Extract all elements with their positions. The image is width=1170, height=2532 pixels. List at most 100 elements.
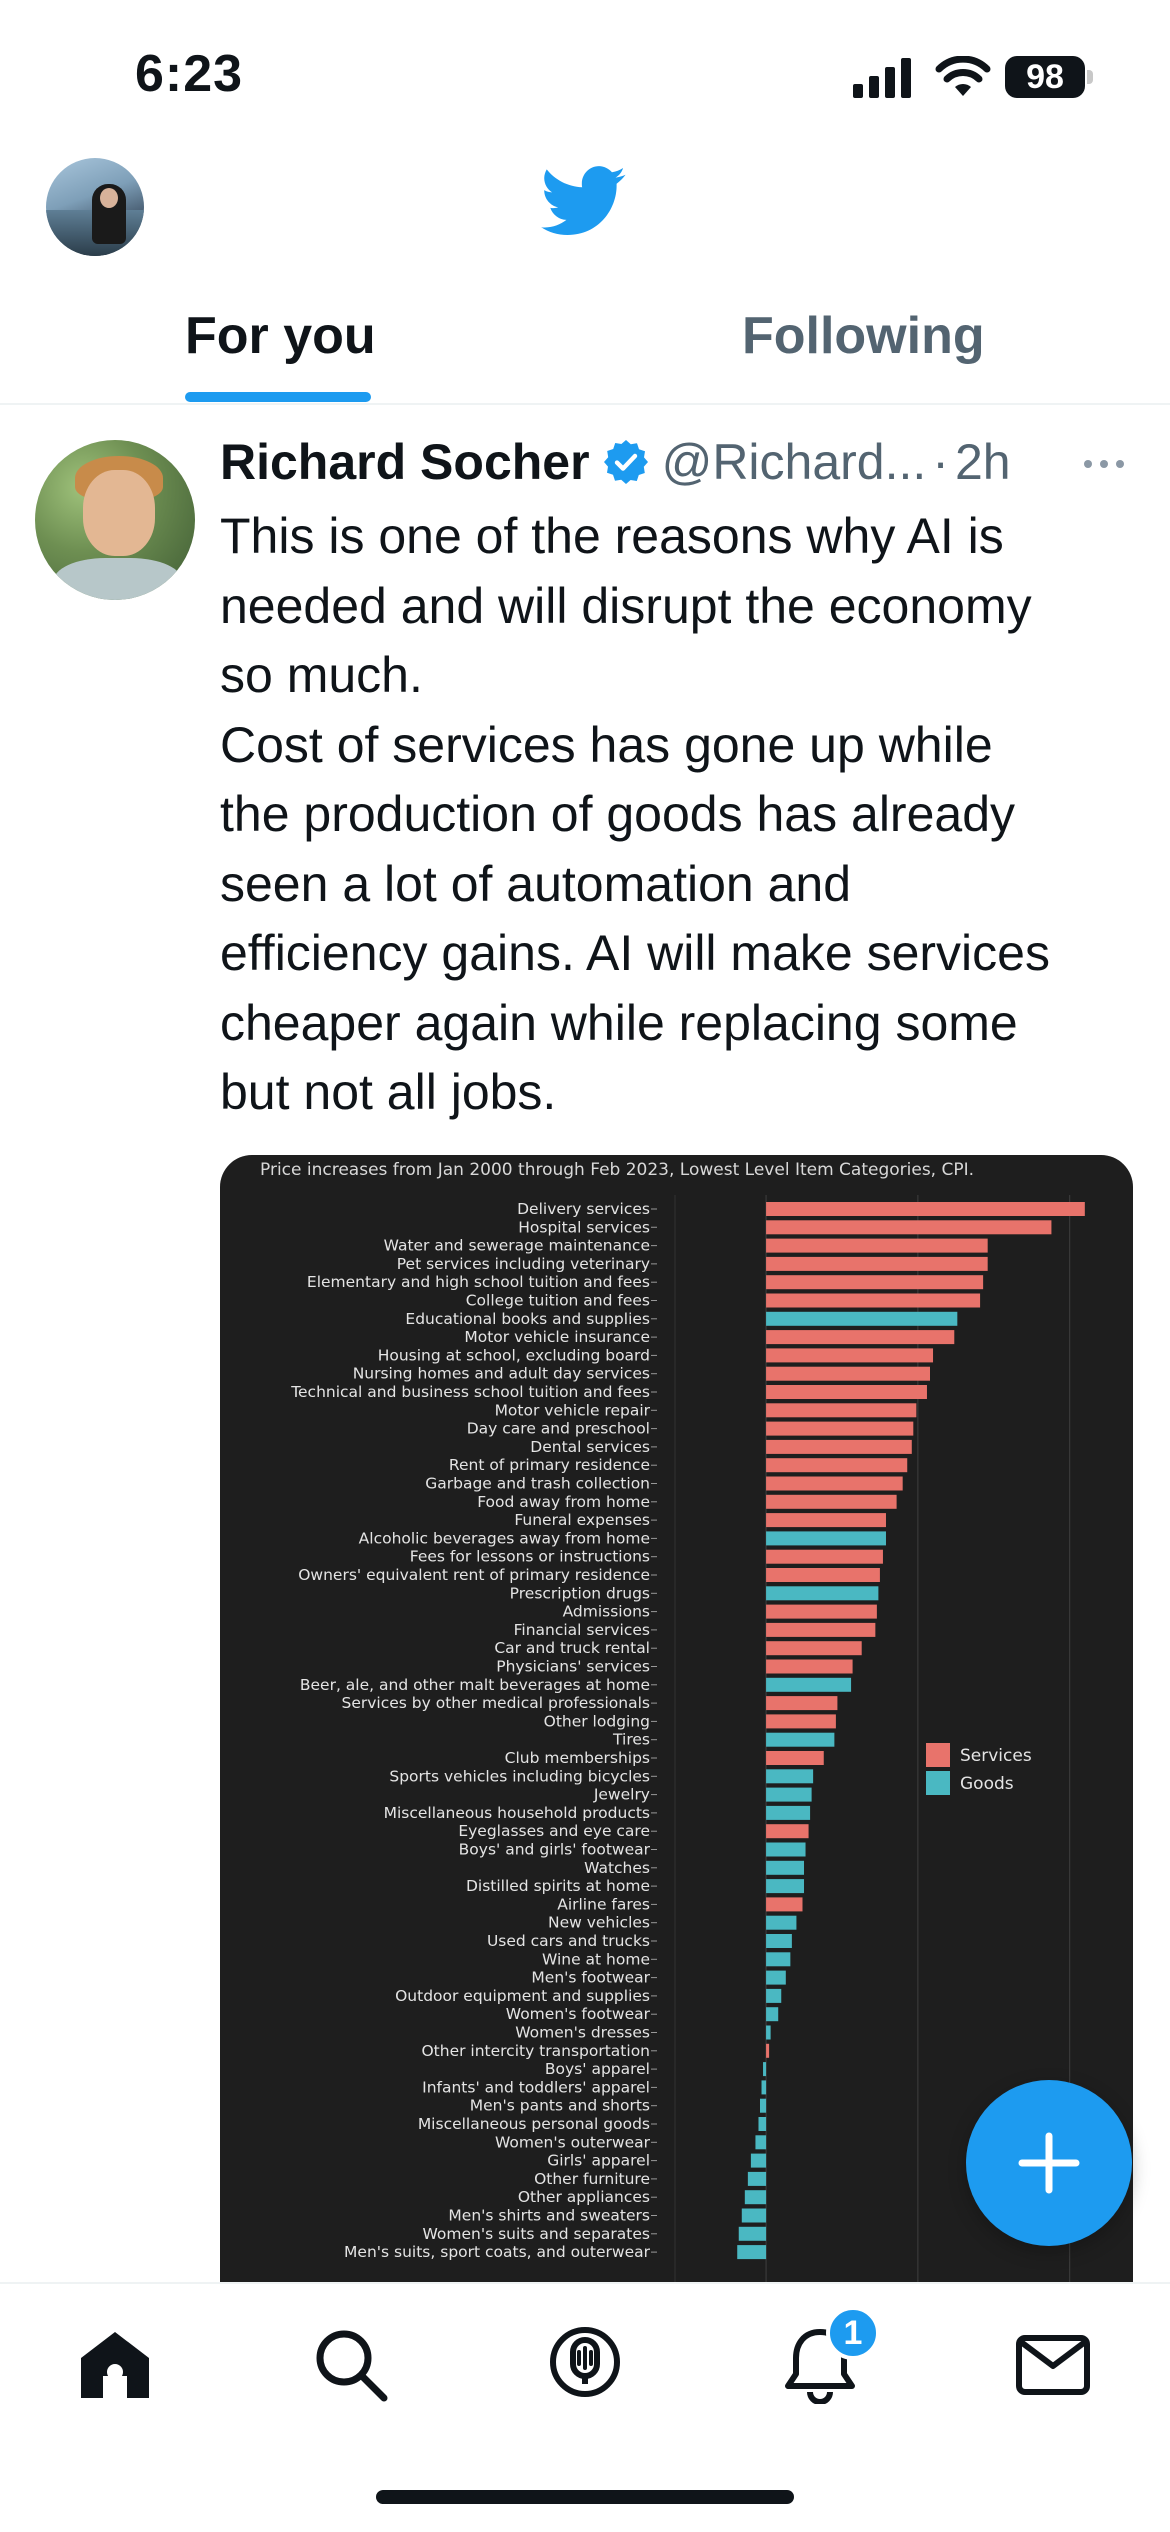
- bar: [766, 1897, 803, 1912]
- timeline-tabs: For you Following: [0, 280, 1170, 405]
- bar-label: Men's footwear: [531, 1969, 650, 1987]
- bar-label: Other appliances: [518, 2188, 650, 2206]
- bar-label: Watches: [584, 1859, 650, 1877]
- bar: [766, 1696, 838, 1711]
- bar-label: Jewelry: [593, 1786, 650, 1804]
- home-indicator: [376, 2490, 794, 2504]
- tweet-header: Richard Socher @Richard... · 2h: [220, 432, 1011, 492]
- bar: [766, 1494, 897, 1509]
- compose-tweet-button[interactable]: [966, 2080, 1132, 2246]
- bar-label: Dental services: [530, 1438, 650, 1456]
- legend-swatch: [926, 1743, 950, 1767]
- bar: [766, 1952, 791, 1967]
- bar: [766, 1604, 877, 1619]
- battery-tip: [1087, 70, 1093, 84]
- bar: [738, 2226, 767, 2241]
- bar: [766, 1293, 981, 1308]
- bar: [766, 1805, 811, 1820]
- bar-label: Financial services: [514, 1621, 650, 1639]
- home-icon: [81, 2332, 149, 2398]
- bar: [766, 1860, 805, 1875]
- bar: [766, 1622, 876, 1637]
- bar-label: Boys' apparel: [545, 2060, 650, 2078]
- bar: [766, 1476, 903, 1491]
- bar-label: Alcoholic beverages away from home: [359, 1529, 650, 1547]
- bar-label: Other intercity transportation: [421, 2042, 650, 2060]
- spaces-microphone-icon: [550, 2327, 620, 2397]
- twitter-logo-icon[interactable]: [541, 165, 627, 239]
- bar-label: Used cars and trucks: [487, 1932, 650, 1950]
- bar: [766, 1348, 934, 1363]
- bottom-navigation: 1: [0, 2282, 1170, 2532]
- envelope-icon: [1016, 2335, 1090, 2395]
- notification-count-badge: 1: [826, 2306, 880, 2360]
- bar: [766, 1220, 1052, 1235]
- bar-label: Men's suits, sport coats, and outerwear: [344, 2243, 651, 2261]
- bar: [766, 1439, 912, 1454]
- legend-label: Services: [960, 1746, 1032, 1766]
- bar-label: Motor vehicle repair: [495, 1401, 651, 1419]
- bar: [766, 1330, 955, 1345]
- bar: [766, 1934, 792, 1948]
- bar-label: Boys' and girls' footwear: [459, 1841, 651, 1859]
- bar-label: Admissions: [563, 1603, 650, 1621]
- bar-label: Miscellaneous household products: [384, 1804, 650, 1822]
- bar-label: Garbage and trash collection: [425, 1475, 650, 1493]
- bar-label: Car and truck rental: [494, 1639, 650, 1657]
- bar-label: College tuition and fees: [466, 1292, 650, 1310]
- bar: [766, 1385, 927, 1399]
- nav-messages[interactable]: [1013, 2324, 1093, 2404]
- more-options-icon[interactable]: [1082, 452, 1126, 476]
- nav-spaces[interactable]: [545, 2324, 625, 2404]
- tab-following[interactable]: Following: [742, 306, 985, 366]
- bar-label: Rent of primary residence: [449, 1456, 650, 1474]
- bar-label: Food away from home: [477, 1493, 650, 1511]
- profile-avatar[interactable]: [46, 158, 144, 256]
- bar-label: Club memberships: [505, 1749, 650, 1767]
- bar-label: Technical and business school tuition an…: [290, 1383, 650, 1401]
- bar: [766, 1988, 782, 2003]
- bar-label: Girls' apparel: [547, 2152, 650, 2170]
- bar: [750, 2153, 767, 2168]
- bar: [766, 2043, 770, 2058]
- bar-label: Sports vehicles including bicycles: [389, 1767, 650, 1785]
- battery-icon: 98: [1005, 56, 1085, 98]
- tab-for-you[interactable]: For you: [185, 306, 376, 366]
- bar-label: Other furniture: [534, 2170, 650, 2188]
- bar: [766, 1879, 805, 1894]
- bar-label: Owners' equivalent rent of primary resid…: [298, 1566, 650, 1584]
- bar: [766, 1403, 917, 1418]
- bar: [766, 1531, 886, 1546]
- bar-label: Motor vehicle insurance: [464, 1328, 650, 1346]
- bar-label: Pet services including veterinary: [397, 1255, 650, 1273]
- bar: [763, 2062, 767, 2077]
- bar: [766, 1677, 852, 1692]
- bar-label: Women's outerwear: [495, 2133, 651, 2151]
- verified-badge-icon: [603, 440, 648, 484]
- bar-label: Men's pants and shorts: [470, 2097, 650, 2115]
- bar: [766, 1202, 1085, 1216]
- author-handle[interactable]: @Richard...: [662, 433, 927, 491]
- bar: [766, 1659, 853, 1674]
- tweet-timestamp[interactable]: 2h: [955, 433, 1011, 491]
- bar-label: Delivery services: [517, 1200, 650, 1218]
- nav-home[interactable]: [75, 2324, 155, 2404]
- active-tab-indicator: [185, 392, 371, 402]
- wifi-icon: [935, 56, 991, 96]
- bar-label: Hospital services: [518, 1218, 650, 1236]
- bar: [760, 2098, 767, 2113]
- bar: [766, 1751, 824, 1765]
- bar-label: Physicians' services: [496, 1658, 650, 1676]
- bar: [766, 2007, 779, 2022]
- bar: [766, 1641, 862, 1656]
- bar-label: Water and sewerage maintenance: [384, 1237, 650, 1255]
- nav-search[interactable]: [310, 2324, 390, 2404]
- author-name[interactable]: Richard Socher: [220, 433, 590, 491]
- bar-label: Women's dresses: [515, 2024, 650, 2042]
- bar-label: Services by other medical professionals: [342, 1694, 650, 1712]
- bar: [741, 2208, 767, 2223]
- bar-label: Educational books and supplies: [405, 1310, 650, 1328]
- status-time: 6:23: [135, 45, 244, 103]
- bar-label: Beer, ale, and other malt beverages at h…: [300, 1676, 650, 1694]
- author-avatar[interactable]: [35, 440, 195, 600]
